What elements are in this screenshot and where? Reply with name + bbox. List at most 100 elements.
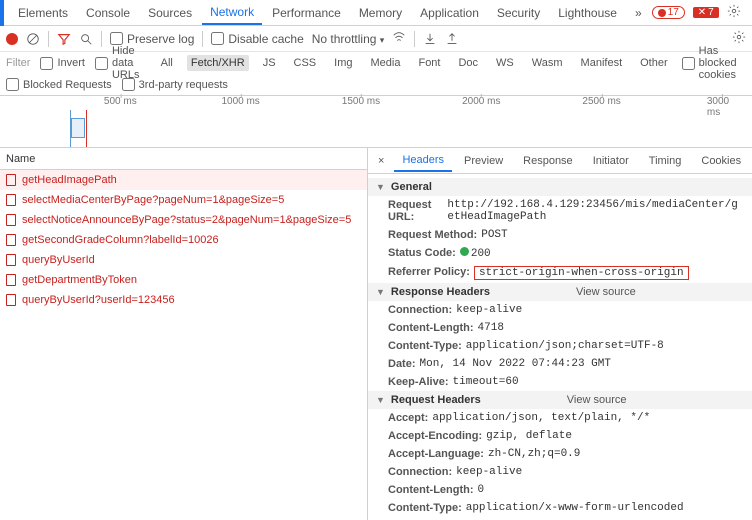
- network-conditions-icon[interactable]: [392, 30, 406, 47]
- tick-label: 1500 ms: [342, 96, 380, 107]
- kv-value: keep-alive: [456, 466, 522, 478]
- kv-key: Request URL:: [388, 199, 443, 223]
- filter-ws[interactable]: WS: [492, 55, 518, 71]
- tab-sources[interactable]: Sources: [140, 2, 200, 24]
- tick-label: 500 ms: [104, 96, 137, 107]
- filter-other[interactable]: Other: [636, 55, 672, 71]
- filter-media[interactable]: Media: [367, 55, 405, 71]
- detail-tab-headers[interactable]: Headers: [394, 150, 452, 172]
- kv-value: timeout=60: [453, 376, 519, 388]
- kv-value: http://192.168.4.129:23456/mis/mediaCent…: [447, 199, 744, 223]
- filter-manifest[interactable]: Manifest: [577, 55, 627, 71]
- request-row[interactable]: getHeadImagePath: [0, 170, 367, 190]
- filter-wasm[interactable]: Wasm: [528, 55, 567, 71]
- kv-value: 200: [460, 247, 491, 260]
- filter-js[interactable]: JS: [259, 55, 280, 71]
- request-row[interactable]: getSecondGradeColumn?labelId=10026: [0, 230, 367, 250]
- record-button[interactable]: [6, 33, 18, 45]
- kv-value: 0: [478, 484, 485, 496]
- hide-data-urls-checkbox[interactable]: Hide data URLs: [95, 45, 147, 81]
- detail-tab-cookies[interactable]: Cookies: [693, 151, 749, 171]
- third-party-checkbox[interactable]: 3rd-party requests: [122, 78, 228, 91]
- blocked-requests-checkbox[interactable]: Blocked Requests: [6, 78, 112, 91]
- detail-tab-timing[interactable]: Timing: [641, 151, 690, 171]
- filter-icon[interactable]: [57, 32, 71, 46]
- invert-checkbox[interactable]: Invert: [40, 57, 85, 70]
- kv-key: Accept:: [388, 412, 428, 424]
- section-request-headers[interactable]: ▼Request HeadersView source: [368, 391, 752, 409]
- kv-value: Mon, 14 Nov 2022 07:44:23 GMT: [420, 358, 611, 370]
- kv-key: Connection:: [388, 304, 452, 316]
- file-icon: [6, 234, 16, 246]
- filter-css[interactable]: CSS: [290, 55, 321, 71]
- request-row[interactable]: queryByUserId?userId=123456: [0, 290, 367, 310]
- detail-tab-initiator[interactable]: Initiator: [585, 151, 637, 171]
- file-icon: [6, 274, 16, 286]
- view-source-link[interactable]: View source: [567, 394, 627, 406]
- status-dot-icon: [460, 247, 469, 256]
- referrer-policy-value: strict-origin-when-cross-origin: [474, 266, 689, 280]
- view-source-link[interactable]: View source: [576, 286, 636, 298]
- tick-label: 1000 ms: [221, 96, 259, 107]
- disable-cache-checkbox[interactable]: Disable cache: [211, 32, 303, 46]
- tab-console[interactable]: Console: [78, 2, 138, 24]
- tab-performance[interactable]: Performance: [264, 2, 349, 24]
- detail-tab-preview[interactable]: Preview: [456, 151, 511, 171]
- filter-input[interactable]: Filter: [6, 57, 30, 69]
- tab-network[interactable]: Network: [202, 1, 262, 25]
- kv-key: Accept-Language:: [388, 448, 484, 460]
- search-icon[interactable]: [79, 32, 93, 46]
- request-row[interactable]: selectMediaCenterByPage?pageNum=1&pageSi…: [0, 190, 367, 210]
- settings-icon[interactable]: [727, 4, 741, 21]
- request-row[interactable]: queryByUserId: [0, 250, 367, 270]
- section-general[interactable]: ▼General: [368, 178, 752, 196]
- tab-elements[interactable]: Elements: [10, 2, 76, 24]
- name-column-header[interactable]: Name: [0, 148, 367, 170]
- message-badge[interactable]: ✕7: [693, 7, 719, 18]
- section-response-headers[interactable]: ▼Response HeadersView source: [368, 283, 752, 301]
- kv-key: Accept-Encoding:: [388, 430, 482, 442]
- filter-font[interactable]: Font: [414, 55, 444, 71]
- tab-application[interactable]: Application: [412, 2, 487, 24]
- filter-all[interactable]: All: [157, 55, 177, 71]
- export-icon[interactable]: [445, 32, 459, 46]
- kv-key: Content-Length:: [388, 322, 474, 334]
- timeline-overview[interactable]: 500 ms 1000 ms 1500 ms 2000 ms 2500 ms 3…: [0, 96, 752, 148]
- import-icon[interactable]: [423, 32, 437, 46]
- tab-memory[interactable]: Memory: [351, 2, 410, 24]
- throttling-select[interactable]: No throttling ▾: [312, 32, 385, 46]
- filter-bar: Filter Invert Hide data URLs All Fetch/X…: [0, 52, 752, 74]
- detail-tab-response[interactable]: Response: [515, 151, 581, 171]
- has-blocked-cookies-checkbox[interactable]: Has blocked cookies: [682, 45, 746, 81]
- kv-key: Referrer Policy:: [388, 266, 470, 280]
- kv-value: gzip, deflate: [486, 430, 572, 442]
- file-icon: [6, 174, 16, 186]
- file-icon: [6, 254, 16, 266]
- tab-lighthouse[interactable]: Lighthouse: [550, 2, 625, 24]
- request-row[interactable]: selectNoticeAnnounceByPage?status=2&page…: [0, 210, 367, 230]
- collapse-icon: ▼: [376, 395, 385, 405]
- tab-security[interactable]: Security: [489, 2, 548, 24]
- detail-panel: × Headers Preview Response Initiator Tim…: [368, 148, 752, 520]
- tabs-overflow[interactable]: »: [627, 2, 650, 24]
- request-row[interactable]: getDepartmentByToken: [0, 270, 367, 290]
- kv-value: keep-alive: [456, 304, 522, 316]
- clear-icon[interactable]: [26, 32, 40, 46]
- kv-value: application/json;charset=UTF-8: [466, 340, 664, 352]
- kv-value: POST: [481, 229, 507, 241]
- filter-doc[interactable]: Doc: [454, 55, 482, 71]
- devtools-main-toolbar: Elements Console Sources Network Perform…: [0, 0, 752, 26]
- kv-value: application/x-www-form-urlencoded: [466, 502, 684, 514]
- kv-value: application/json, text/plain, */*: [432, 412, 650, 424]
- preserve-log-checkbox[interactable]: Preserve log: [110, 32, 194, 46]
- kv-key: Content-Length:: [388, 484, 474, 496]
- filter-fetch-xhr[interactable]: Fetch/XHR: [187, 55, 249, 71]
- file-icon: [6, 194, 16, 206]
- request-list-panel: Name getHeadImagePath selectMediaCenterB…: [0, 148, 368, 520]
- filter-img[interactable]: Img: [330, 55, 356, 71]
- kv-key: Content-Type:: [388, 340, 462, 352]
- kv-key: Content-Type:: [388, 502, 462, 514]
- close-detail-icon[interactable]: ×: [372, 153, 390, 169]
- error-badge[interactable]: 17: [652, 6, 685, 19]
- tick-label: 2500 ms: [582, 96, 620, 107]
